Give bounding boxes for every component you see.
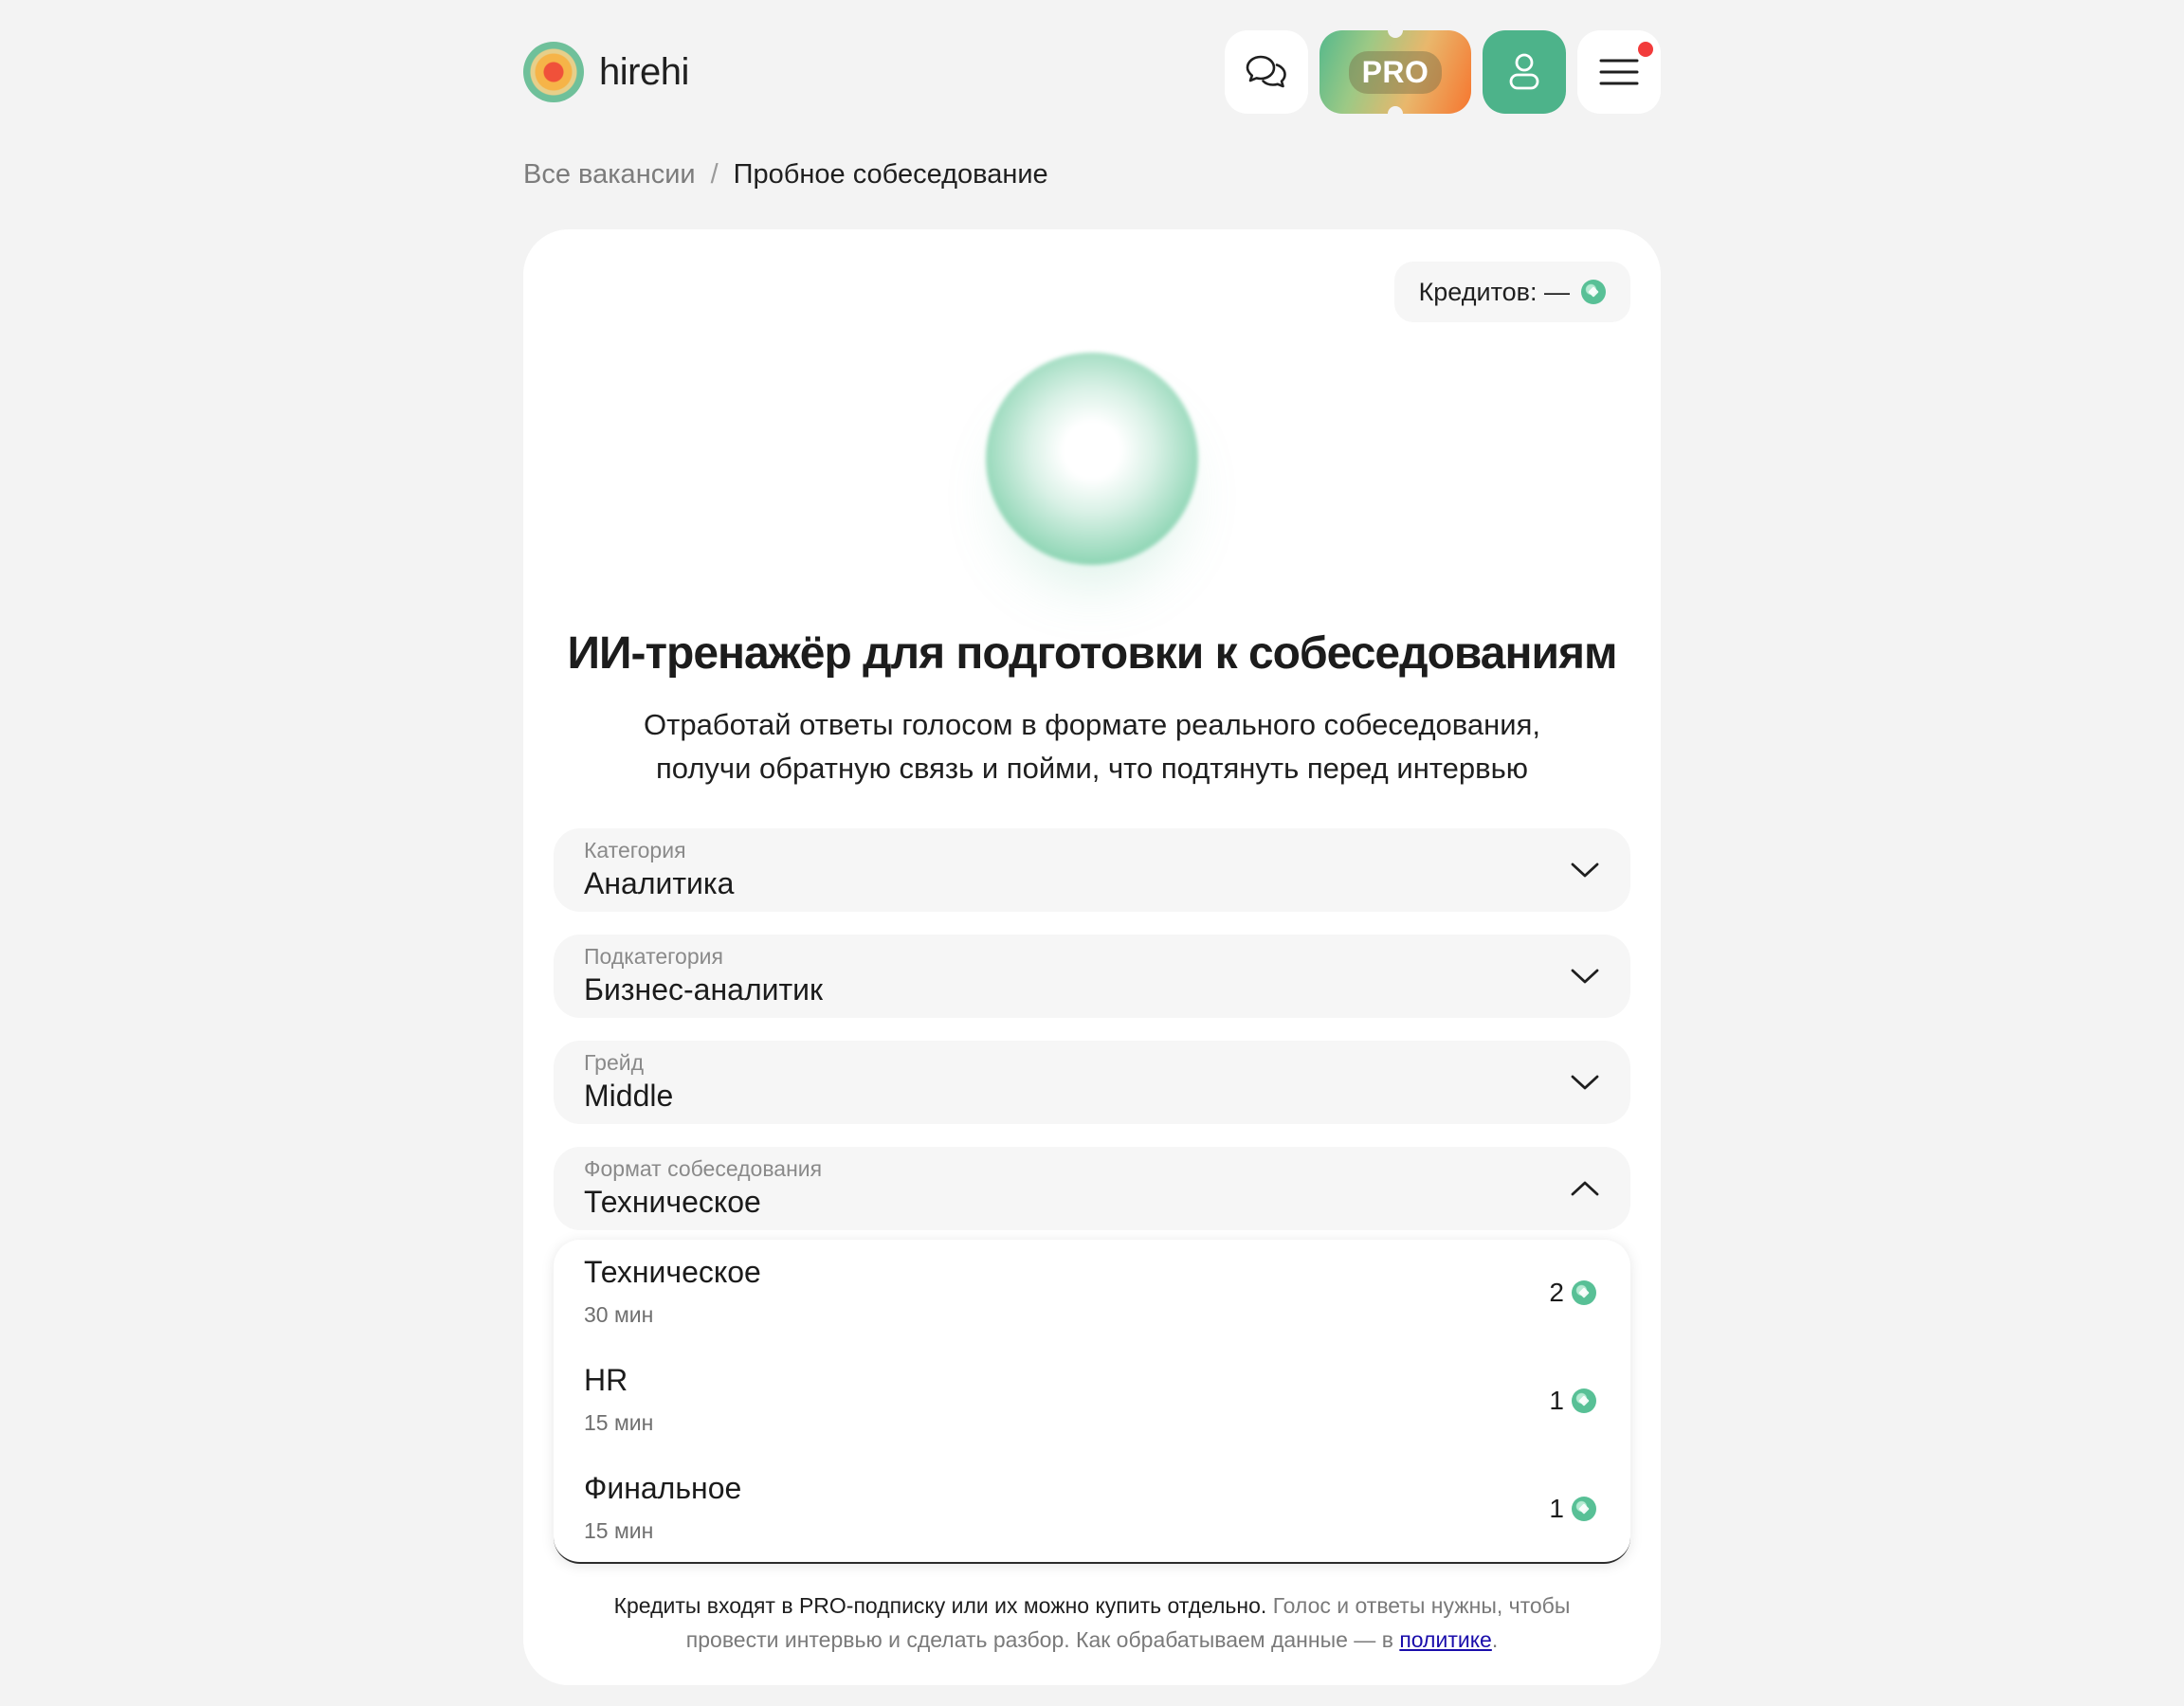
menu-icon — [1599, 59, 1639, 85]
format-value: Техническое — [584, 1185, 761, 1219]
format-label: Формат собеседования — [584, 1156, 823, 1181]
logo-icon — [523, 42, 584, 102]
chevron-down-icon — [1571, 969, 1599, 984]
option-cost: 1 — [1549, 1386, 1596, 1416]
logo-text: hirehi — [599, 50, 689, 93]
profile-button[interactable] — [1483, 30, 1566, 114]
chevron-up-icon — [1571, 1181, 1599, 1196]
option-title: Финальное — [584, 1471, 742, 1505]
subcategory-select[interactable]: Подкатегория Бизнес-аналитик — [554, 935, 1630, 1018]
credit-coin-icon — [1581, 280, 1606, 304]
interview-card: Кредитов: — ИИ-тренажёр для подготовки к… — [523, 229, 1661, 1685]
grade-select[interactable]: Грейд Middle — [554, 1041, 1630, 1124]
menu-button[interactable] — [1577, 30, 1661, 114]
option-duration: 15 мин — [584, 1410, 654, 1435]
chat-button[interactable] — [1225, 30, 1308, 114]
category-value: Аналитика — [584, 866, 735, 900]
category-label: Категория — [584, 838, 686, 862]
option-cost-value: 1 — [1549, 1494, 1564, 1523]
policy-link[interactable]: политике — [1399, 1627, 1492, 1652]
option-duration: 30 мин — [584, 1302, 654, 1327]
note-strong: Кредиты входят в PRO-подписку или их мож… — [613, 1593, 1267, 1618]
note-end: . — [1491, 1627, 1499, 1652]
format-option-hr[interactable]: HR 15 мин 1 — [554, 1348, 1630, 1454]
logo[interactable]: hirehi — [523, 42, 689, 102]
credit-coin-icon — [1572, 1280, 1596, 1305]
breadcrumb-separator: / — [710, 159, 719, 190]
credits-note: Кредиты входят в PRO-подписку или их мож… — [580, 1588, 1604, 1657]
credit-coin-icon — [1572, 1497, 1596, 1521]
pro-button[interactable]: PRO — [1320, 23, 1471, 121]
option-cost: 2 — [1549, 1278, 1596, 1308]
notification-dot — [1638, 42, 1653, 57]
user-icon — [1509, 53, 1539, 90]
credit-coin-icon — [1572, 1388, 1596, 1413]
category-select[interactable]: Категория Аналитика — [554, 828, 1630, 912]
breadcrumb-all-vacancies[interactable]: Все вакансии — [523, 159, 696, 191]
subtitle-line-2: получи обратную связь и пойми, что подтя… — [655, 752, 1529, 785]
credits-badge: Кредитов: — — [1393, 262, 1630, 322]
option-duration: 15 мин — [584, 1518, 654, 1543]
pro-badge: PRO — [1348, 50, 1443, 94]
option-title: Техническое — [584, 1255, 761, 1289]
option-cost: 1 — [1549, 1494, 1596, 1524]
page-title: ИИ-тренажёр для подготовки к собеседован… — [567, 628, 1618, 679]
option-cost-value: 2 — [1549, 1278, 1564, 1307]
page: hirehi PRO Все вакансии / Пробное собесе… — [0, 0, 2184, 1706]
format-option-technical[interactable]: Техническое 30 мин 2 — [554, 1240, 1630, 1346]
subcategory-value: Бизнес-аналитик — [584, 972, 824, 1007]
chat-icon — [1246, 55, 1286, 88]
grade-label: Грейд — [584, 1050, 645, 1075]
chevron-down-icon — [1571, 1075, 1599, 1090]
subtitle-line-1: Отработай ответы голосом в формате реаль… — [644, 708, 1540, 741]
page-subtitle: Отработай ответы голосом в формате реаль… — [523, 703, 1661, 790]
chevron-down-icon — [1571, 862, 1599, 878]
breadcrumb: Все вакансии / Пробное собеседование — [523, 159, 1048, 191]
format-select[interactable]: Формат собеседования Техническое — [554, 1147, 1630, 1230]
credits-label: Кредитов: — — [1418, 277, 1570, 306]
subcategory-label: Подкатегория — [584, 944, 723, 969]
grade-value: Middle — [584, 1079, 674, 1113]
ai-orb — [986, 353, 1198, 565]
option-cost-value: 1 — [1549, 1386, 1564, 1415]
format-option-final[interactable]: Финальное 15 мин 1 — [554, 1456, 1630, 1562]
breadcrumb-current: Пробное собеседование — [733, 159, 1048, 190]
format-dropdown: Техническое 30 мин 2 HR 15 мин 1 Финальн… — [554, 1240, 1630, 1564]
option-title: HR — [584, 1363, 628, 1397]
